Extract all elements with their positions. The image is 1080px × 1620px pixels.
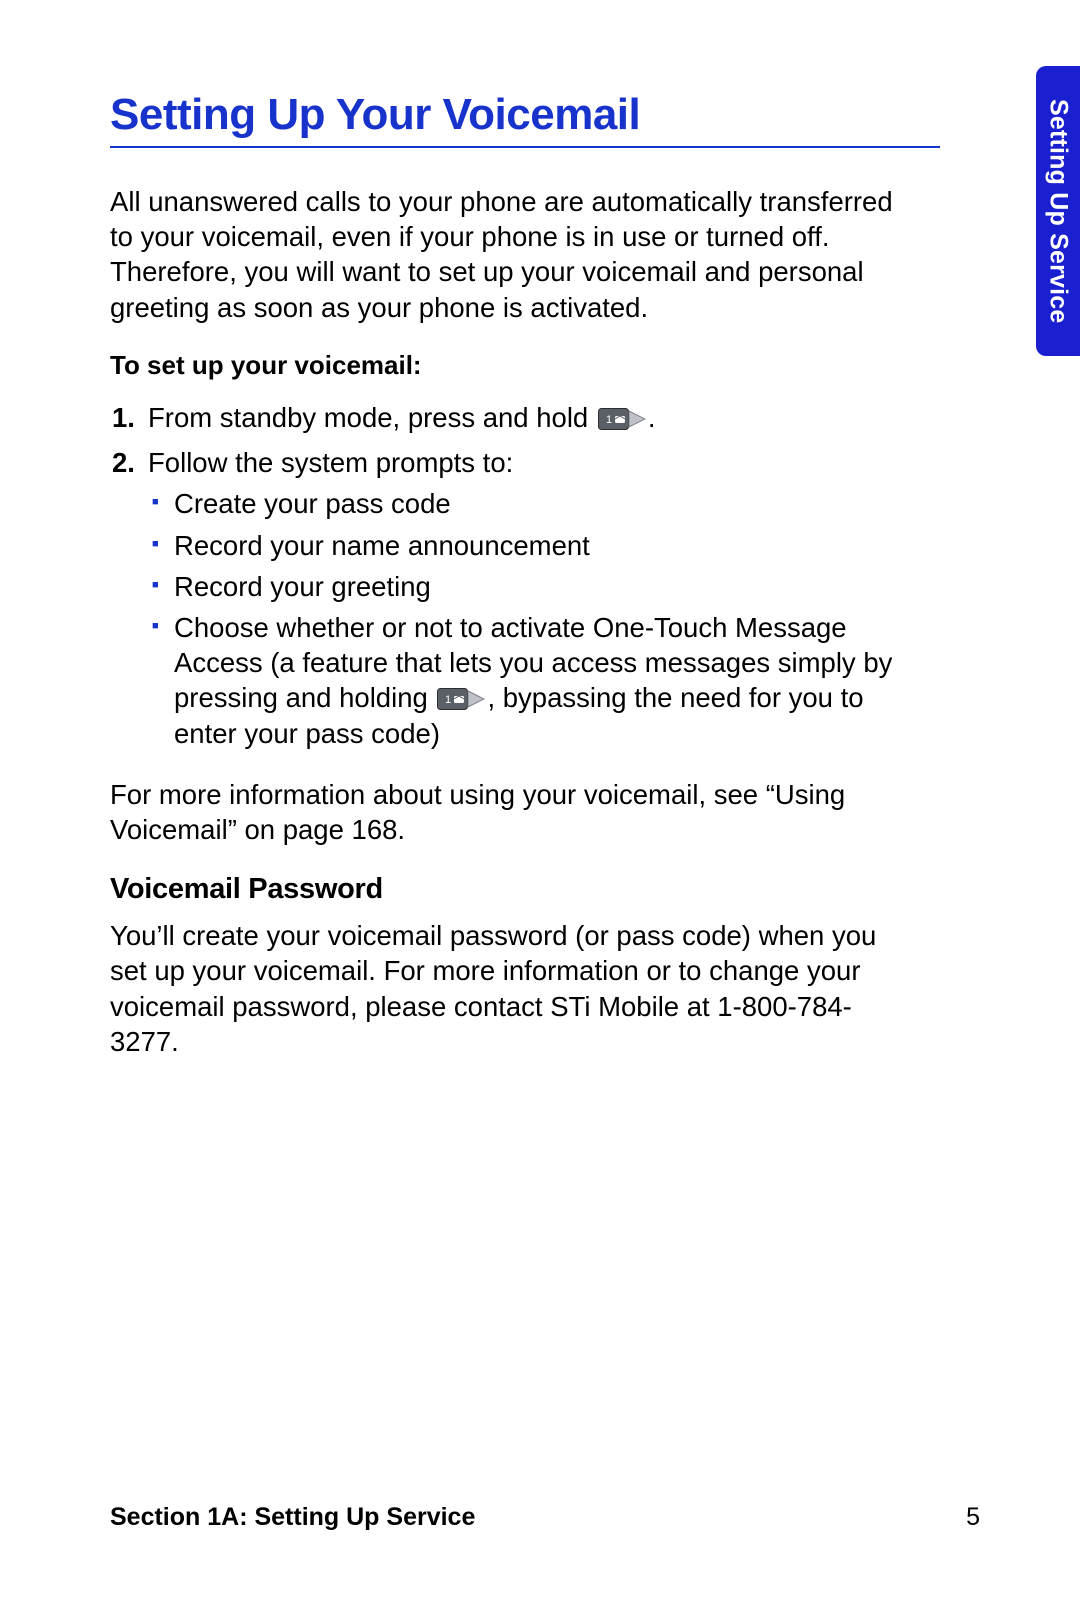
bullet-record-name: Record your name announcement (148, 528, 920, 563)
bullet-passcode: Create your pass code (148, 486, 920, 521)
footer-section-label: Section 1A: Setting Up Service (110, 1503, 475, 1532)
step-1-text: From standby mode, press and hold 1. (148, 400, 920, 435)
page: Setting Up Service Setting Up Your Voice… (0, 0, 1080, 1620)
body: All unanswered calls to your phone are a… (110, 184, 980, 1059)
step-2-number: 2. (110, 445, 148, 757)
prompt-bullets: Create your pass code Record your name a… (148, 486, 920, 750)
more-info-paragraph: For more information about using your vo… (110, 777, 920, 847)
page-footer: Section 1A: Setting Up Service 5 (110, 1503, 980, 1532)
svg-text:1: 1 (445, 694, 451, 706)
side-tab-label: Setting Up Service (1044, 99, 1073, 324)
voicemail-key-icon: 1 (437, 688, 485, 710)
step-2: 2. Follow the system prompts to: Create … (110, 445, 920, 757)
intro-paragraph: All unanswered calls to your phone are a… (110, 184, 920, 325)
page-heading: Setting Up Your Voicemail (110, 90, 940, 148)
svg-text:1: 1 (606, 414, 612, 426)
step-2-line: Follow the system prompts to: (148, 447, 513, 478)
voicemail-password-heading: Voicemail Password (110, 871, 980, 908)
step-1-number: 1. (110, 400, 148, 435)
bullet-one-touch: Choose whether or not to activate One-To… (148, 610, 920, 751)
voicemail-password-paragraph: You’ll create your voicemail password (o… (110, 918, 920, 1059)
voicemail-key-icon: 1 (598, 408, 646, 430)
step-1-pre: From standby mode, press and hold (148, 402, 596, 433)
step-1: 1. From standby mode, press and hold 1. (110, 400, 920, 435)
step-1-post: . (648, 402, 656, 433)
footer-page-number: 5 (966, 1503, 980, 1532)
steps-lead-in: To set up your voicemail: (110, 349, 980, 382)
step-2-text: Follow the system prompts to: Create you… (148, 445, 920, 757)
steps-list: 1. From standby mode, press and hold 1. … (110, 400, 920, 757)
side-tab: Setting Up Service (1036, 66, 1080, 356)
bullet-record-greeting: Record your greeting (148, 569, 920, 604)
